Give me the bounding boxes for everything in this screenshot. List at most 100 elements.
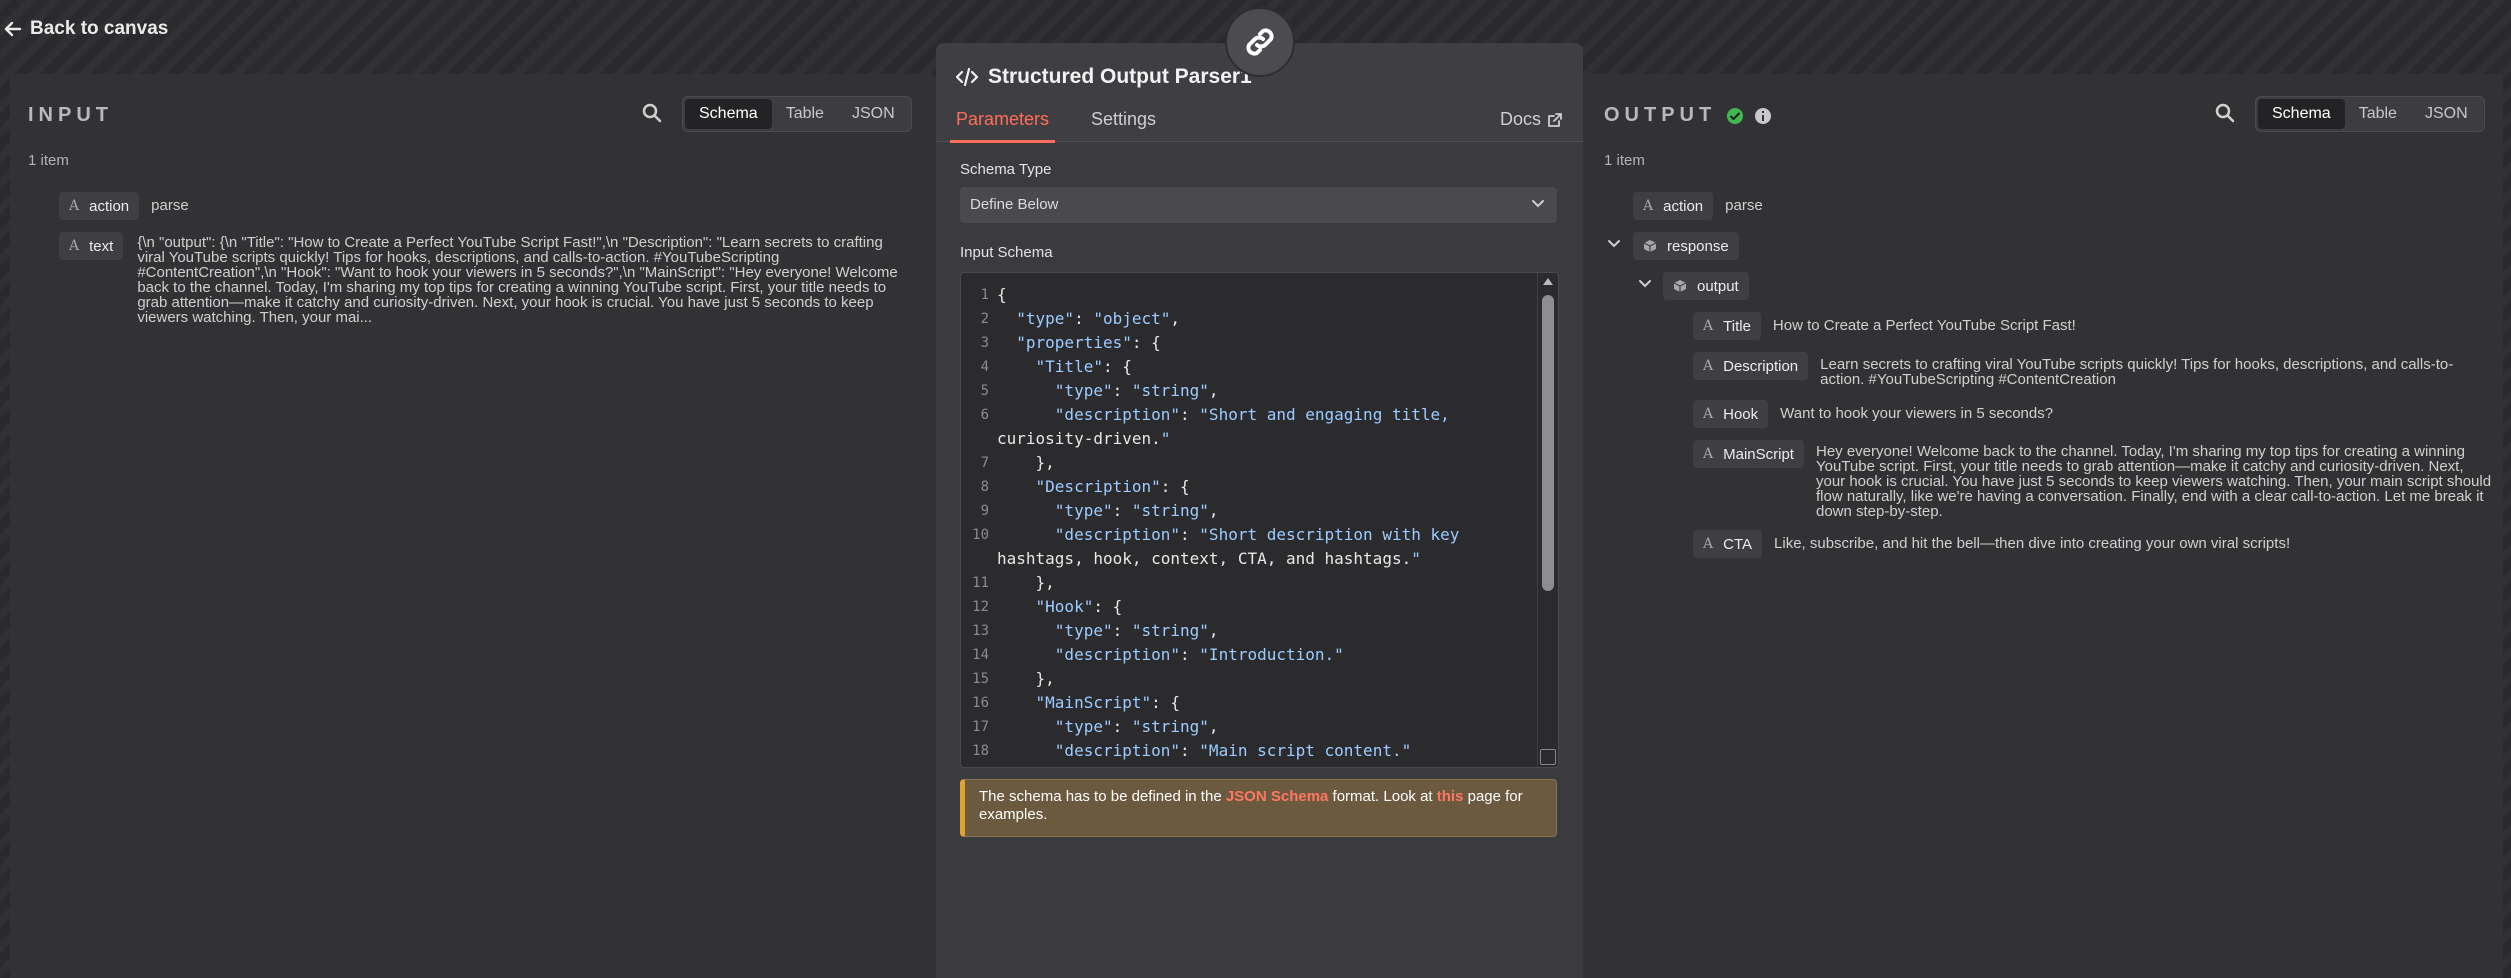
code-text: "type": "string", [1054, 717, 1219, 736]
chevron-down-icon[interactable] [1607, 237, 1621, 251]
code-line: 14 "description": "Introduction." [961, 643, 1537, 667]
search-icon[interactable] [2213, 101, 2237, 125]
chevron-down-icon [1532, 200, 1544, 208]
field-name: action [89, 197, 130, 215]
scrollbar-thumb[interactable] [1542, 295, 1554, 591]
docs-link[interactable]: Docs [1500, 109, 1563, 130]
code-string: "type" [1054, 717, 1113, 736]
tab-json[interactable]: JSON [838, 99, 909, 129]
node-type-badge [1225, 7, 1295, 77]
line-number: 17 [972, 719, 989, 735]
tab-table[interactable]: Table [2345, 99, 2411, 129]
field-value: parse [1725, 197, 1763, 214]
docs-label: Docs [1499, 109, 1541, 129]
line-number [961, 427, 989, 451]
code-line: hashtags, hook, context, CTA, and hashta… [961, 547, 1537, 571]
external-link-icon [1548, 112, 1562, 127]
output-field-title: A Title How to Create a Perfect YouTube S… [1693, 312, 2076, 340]
code-content[interactable]: 1{2 "type": "object", 3 "properties": {4 … [961, 283, 1537, 763]
output-field-response: response [1633, 232, 1739, 260]
text-type-icon: A [1703, 536, 1714, 552]
info-icon[interactable] [1754, 107, 1772, 125]
notice-text: format. Look at [1328, 788, 1437, 805]
code-text: "Description": { [1035, 477, 1190, 496]
field-pill[interactable]: Atext [59, 232, 124, 260]
line-number: 14 [972, 647, 989, 663]
field-name: text [89, 237, 114, 255]
code-line: 17 "type": "string", [961, 715, 1537, 739]
tab-json[interactable]: JSON [2411, 99, 2482, 129]
field-pill[interactable]: A Hook [1693, 400, 1769, 428]
code-text: "description": "Short and engaging title… [1054, 405, 1450, 424]
field-pill[interactable]: response [1633, 232, 1739, 260]
text-type-icon: A [1703, 318, 1714, 334]
code-line: curiosity-driven." [961, 427, 1537, 451]
tab-parameters[interactable]: Parameters [949, 109, 1056, 143]
code-text: curiosity-driven." [997, 429, 1171, 448]
code-icon [956, 68, 978, 86]
code-text: "type": "string", [1054, 381, 1219, 400]
code-string: "Short description with key [1199, 525, 1460, 544]
output-title: OUTPUT [1604, 104, 1717, 126]
code-line: 12 "Hook": { [961, 595, 1537, 619]
field-pill[interactable]: A MainScript [1693, 440, 1804, 468]
output-field-hook: A Hook Want to hook your viewers in 5 sec… [1693, 400, 2053, 428]
field-value: How to Create a Perfect YouTube Script F… [1772, 317, 2076, 334]
chevron-down-icon[interactable] [1638, 277, 1652, 291]
code-line: 16 "MainScript": { [961, 691, 1537, 715]
field-pill[interactable]: A Title [1693, 312, 1761, 340]
node-parameters-panel: Structured Output Parser1 Parameters Set… [936, 43, 1583, 978]
editor-scrollbar[interactable] [1537, 273, 1558, 767]
code-string: "object" [1093, 309, 1171, 328]
input-view-toggle: Schema Table JSON [682, 96, 912, 132]
field-pill[interactable]: Aaction [59, 192, 140, 220]
code-string: "type" [1054, 501, 1113, 520]
code-string: "Main script content." [1199, 741, 1412, 760]
field-value: parse [151, 197, 189, 214]
code-string: "type" [1016, 309, 1075, 328]
code-string: " [1160, 429, 1171, 448]
code-text: "MainScript": { [1035, 693, 1181, 712]
back-to-canvas-button[interactable]: Back to canvas [4, 18, 168, 40]
json-schema-link[interactable]: JSON Schema [1226, 788, 1329, 805]
scroll-up-arrow-icon[interactable] [1542, 276, 1554, 286]
line-number: 1 [980, 287, 989, 303]
tab-schema[interactable]: Schema [2258, 99, 2345, 129]
code-line: 11 }, [961, 571, 1537, 595]
tab-schema[interactable]: Schema [685, 99, 772, 129]
search-icon[interactable] [640, 101, 664, 125]
code-text: "properties": { [1016, 333, 1161, 352]
field-name: action [1663, 197, 1704, 215]
code-line: 9 "type": "string", [961, 499, 1537, 523]
input-panel: INPUT Schema Table JSON 1 item Aaction p… [10, 74, 936, 978]
code-text: "description": "Short description with k… [1054, 525, 1460, 544]
code-line: 5 "type": "string", [961, 379, 1537, 403]
resize-handle-icon[interactable] [1540, 749, 1556, 765]
schema-type-select[interactable]: Define Below [960, 187, 1557, 223]
text-type-icon: A [1703, 446, 1714, 462]
code-text: "description": "Main script content." [1054, 741, 1412, 760]
line-number: 13 [972, 623, 989, 639]
output-field-action: Aaction parse [1633, 192, 1763, 220]
code-string: "description" [1054, 741, 1181, 760]
line-number: 10 [972, 527, 989, 543]
field-pill[interactable]: A CTA [1693, 530, 1763, 558]
output-field-cta: A CTA Like, subscribe, and hit the bell—t… [1693, 530, 2290, 558]
input-schema-label: Input Schema [960, 244, 1053, 261]
code-line: 2 "type": "object", [961, 307, 1537, 331]
field-pill[interactable]: Aaction [1633, 192, 1714, 220]
code-text: { [997, 285, 1007, 304]
line-number: 4 [980, 359, 989, 375]
field-pill[interactable]: output [1663, 272, 1749, 300]
this-page-link[interactable]: this [1437, 788, 1464, 805]
tab-table[interactable]: Table [772, 99, 838, 129]
tab-settings[interactable]: Settings [1091, 109, 1156, 130]
line-number: 12 [972, 599, 989, 615]
code-text: "type": "string", [1054, 621, 1219, 640]
field-pill[interactable]: A Description [1693, 352, 1809, 380]
field-value: Learn secrets to crafting viral YouTube … [1820, 356, 2454, 388]
code-text: hashtags, hook, context, CTA, and hashta… [997, 549, 1421, 568]
line-number: 3 [980, 335, 989, 351]
json-schema-editor[interactable]: 1{2 "type": "object", 3 "properties": {4 … [960, 272, 1559, 768]
field-value: Hey everyone! Welcome back to the channe… [1815, 443, 2492, 520]
